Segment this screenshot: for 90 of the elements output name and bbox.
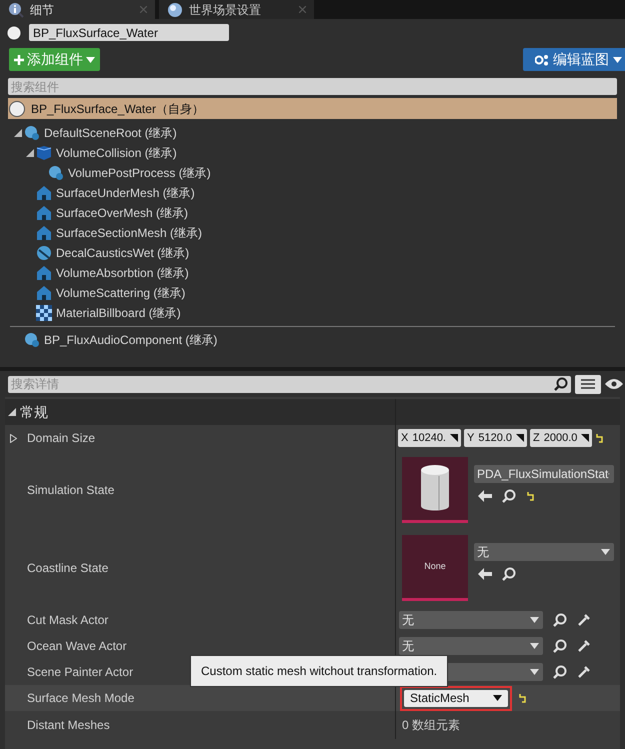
search-icon bbox=[554, 377, 568, 391]
caret-icon bbox=[86, 56, 95, 62]
expand-arrow-icon[interactable] bbox=[26, 149, 34, 157]
globe-icon bbox=[167, 2, 183, 18]
cylinder-icon bbox=[419, 464, 451, 514]
eye-icon[interactable] bbox=[605, 378, 623, 390]
arrow-left-icon[interactable] bbox=[478, 490, 492, 502]
view-options-button[interactable] bbox=[575, 374, 601, 394]
asset-dropdown[interactable]: PDA_FluxSimulationStat bbox=[474, 465, 614, 483]
search-icon bbox=[502, 567, 516, 581]
property-label: Ocean Wave Actor bbox=[26, 638, 127, 655]
expand-arrow-icon[interactable] bbox=[14, 129, 22, 137]
property-label: Cut Mask Actor bbox=[26, 612, 108, 629]
root-component-label: BP_FluxSurface_Water（自身） bbox=[31, 100, 204, 118]
eyedropper-icon[interactable] bbox=[577, 639, 591, 653]
tree-item[interactable]: MaterialBillboard (继承) bbox=[56, 304, 181, 322]
caret-icon bbox=[530, 617, 539, 623]
component-search-field[interactable]: 搜索组件 bbox=[8, 78, 617, 95]
plus-icon bbox=[14, 54, 24, 64]
number-field[interactable]: Y 5120.0 bbox=[464, 429, 527, 447]
collapse-arrow-icon[interactable] bbox=[8, 408, 16, 416]
spheres-icon bbox=[24, 332, 40, 348]
sphere-icon bbox=[7, 26, 21, 40]
tooltip: Custom static mesh witchout transformation. bbox=[190, 655, 448, 687]
tree-item[interactable]: VolumeAbsorbtion (继承) bbox=[56, 264, 189, 282]
spheres-icon bbox=[48, 165, 64, 181]
caret-icon bbox=[530, 643, 539, 649]
details-search-field[interactable]: 搜索详情 bbox=[8, 376, 554, 392]
tree-item[interactable]: BP_FluxAudioComponent (继承) bbox=[44, 331, 218, 349]
drag-handle-icon bbox=[516, 434, 524, 442]
arrow-left-icon[interactable] bbox=[478, 568, 492, 580]
tree-item[interactable]: VolumeCollision (继承) bbox=[56, 144, 177, 162]
mode-dropdown[interactable]: StaticMesh bbox=[404, 690, 508, 706]
edit-blueprint-button[interactable]: 编辑蓝图 bbox=[523, 48, 625, 71]
list-icon bbox=[581, 379, 595, 389]
tree-item[interactable]: SurfaceSectionMesh (继承) bbox=[56, 224, 202, 242]
search-icon bbox=[553, 665, 567, 679]
thumbnail-label: None bbox=[424, 560, 446, 573]
property-label: Domain Size bbox=[26, 430, 96, 447]
drag-handle-icon bbox=[581, 434, 590, 442]
number-field[interactable]: Z 2000.0 bbox=[530, 429, 592, 447]
property-label: Coastline State bbox=[26, 560, 108, 577]
gears-icon bbox=[535, 54, 549, 66]
decal-icon bbox=[36, 245, 52, 261]
property-label: Distant Meshes bbox=[26, 717, 110, 734]
array-count: 0 数组元素 bbox=[402, 717, 460, 734]
reset-icon[interactable] bbox=[526, 491, 536, 501]
house-icon bbox=[36, 225, 52, 241]
expand-arrow-icon[interactable] bbox=[10, 434, 17, 442]
checker-icon bbox=[36, 305, 52, 321]
house-icon bbox=[36, 265, 52, 281]
caret-icon bbox=[493, 695, 502, 701]
tree-item[interactable]: DefaultSceneRoot (继承) bbox=[44, 124, 177, 142]
panel-tab[interactable]: 世界场景设置 bbox=[159, 0, 314, 19]
actor-dropdown[interactable]: 无 bbox=[399, 637, 543, 655]
tree-item[interactable]: VolumePostProcess (继承) bbox=[68, 164, 211, 182]
spheres-icon bbox=[24, 125, 40, 141]
eyedropper-icon[interactable] bbox=[577, 613, 591, 627]
reset-icon[interactable] bbox=[595, 433, 606, 443]
drag-handle-icon bbox=[450, 434, 458, 442]
house-icon bbox=[36, 285, 52, 301]
reset-icon[interactable] bbox=[518, 693, 528, 703]
search-icon bbox=[502, 489, 516, 503]
caret-icon bbox=[601, 549, 610, 555]
property-label: Scene Painter Actor bbox=[26, 664, 134, 681]
house-icon bbox=[36, 185, 52, 201]
cube-icon bbox=[36, 145, 52, 161]
category-title[interactable]: 常规 bbox=[20, 402, 48, 422]
tree-item[interactable]: VolumeScattering (继承) bbox=[56, 284, 186, 302]
property-label: Surface Mesh Mode bbox=[26, 690, 134, 707]
root-component-row[interactable]: BP_FluxSurface_Water（自身） bbox=[8, 98, 617, 119]
panel-tab[interactable]: 细节 bbox=[0, 0, 155, 19]
tree-item[interactable]: DecalCausticsWet (继承) bbox=[56, 244, 190, 262]
tree-item[interactable]: SurfaceOverMesh (继承) bbox=[56, 204, 188, 222]
caret-icon bbox=[613, 56, 622, 62]
name-field[interactable]: BP_FluxSurface_Water bbox=[29, 24, 229, 41]
tree-item[interactable]: SurfaceUnderMesh (继承) bbox=[56, 184, 195, 202]
asset-dropdown[interactable]: 无 bbox=[474, 543, 614, 561]
caret-icon bbox=[530, 669, 539, 675]
property-label: Simulation State bbox=[26, 482, 114, 499]
number-field[interactable]: X 10240. bbox=[398, 429, 461, 447]
info-magnifier-icon bbox=[8, 2, 24, 18]
search-icon bbox=[553, 639, 567, 653]
search-icon bbox=[553, 613, 567, 627]
asset-thumbnail[interactable]: None bbox=[402, 535, 468, 601]
asset-thumbnail[interactable] bbox=[402, 457, 468, 523]
sphere-icon bbox=[9, 100, 25, 116]
house-icon bbox=[36, 205, 52, 221]
eyedropper-icon[interactable] bbox=[577, 665, 591, 679]
actor-dropdown[interactable]: 无 bbox=[399, 611, 543, 629]
